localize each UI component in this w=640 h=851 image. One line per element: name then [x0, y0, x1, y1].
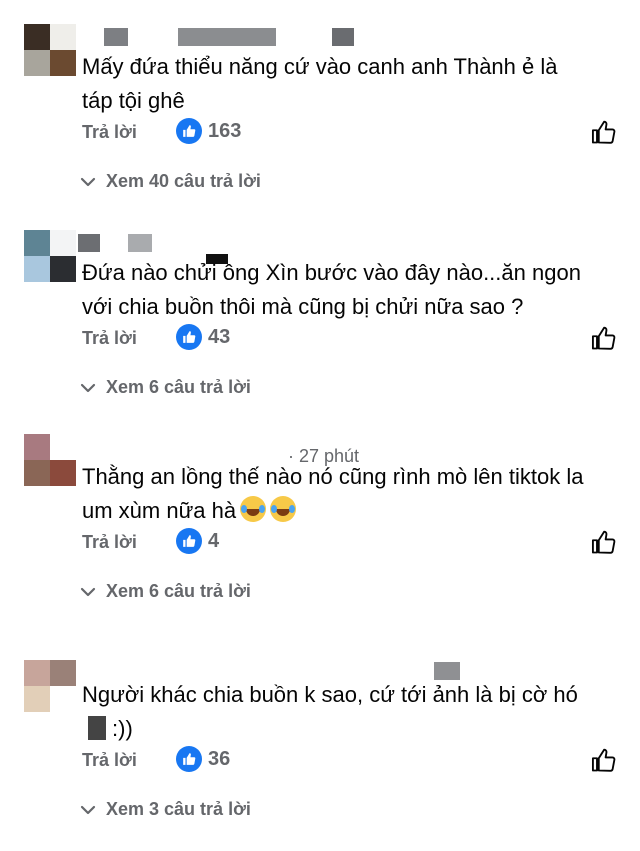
author-name-redacted [178, 28, 276, 46]
comment-item: Người khác chia buồn k sao, cứ tới ảnh l… [0, 642, 640, 851]
view-replies-link[interactable]: Xem 40 câu trả lời [80, 171, 261, 192]
author-name-redacted[interactable] [78, 234, 100, 252]
like-count: 43 [208, 325, 231, 348]
reaction-summary[interactable]: 36 [176, 746, 230, 772]
reply-button[interactable]: Trả lời [82, 328, 137, 349]
like-button-icon[interactable] [590, 118, 618, 146]
comment-text: Đứa nào chửi ông Xìn bước vào đây nào...… [82, 260, 581, 319]
like-button-icon[interactable] [590, 324, 618, 352]
avatar[interactable] [24, 660, 78, 714]
chevron-down-icon [80, 805, 96, 814]
author-name-redacted[interactable] [104, 28, 128, 46]
chevron-down-icon [80, 383, 96, 392]
like-button-icon[interactable] [590, 528, 618, 556]
like-button-icon[interactable] [590, 746, 618, 774]
like-count: 36 [208, 747, 231, 770]
avatar[interactable] [24, 24, 78, 78]
avatar[interactable] [24, 434, 78, 488]
laughing-tears-emoji-icon [240, 496, 267, 522]
reaction-summary[interactable]: 4 [176, 528, 219, 554]
view-replies-link[interactable]: Xem 6 câu trả lời [80, 377, 251, 398]
view-replies-label: Xem 40 câu trả lời [106, 171, 261, 191]
comment-text: Mấy đứa thiểu năng cứ vào canh anh Thành… [82, 54, 558, 113]
author-name-redacted [332, 28, 354, 46]
reply-button[interactable]: Trả lời [82, 122, 137, 143]
like-count: 4 [208, 529, 220, 552]
reaction-summary[interactable]: 163 [176, 118, 241, 144]
view-replies-link[interactable]: Xem 3 câu trả lời [80, 799, 251, 820]
reaction-summary[interactable]: 43 [176, 324, 230, 350]
author-name-redacted [128, 234, 152, 252]
view-replies-label: Xem 6 câu trả lời [106, 581, 251, 601]
comment-text: Người khác chia buồn k sao, cứ tới ảnh l… [82, 682, 578, 741]
chevron-down-icon [80, 587, 96, 596]
reply-button[interactable]: Trả lời [82, 532, 137, 553]
laughing-tears-emoji-icon [270, 496, 297, 522]
view-replies-label: Xem 3 câu trả lời [106, 799, 251, 819]
redacted-mark [88, 716, 106, 740]
thumbs-up-icon [176, 324, 202, 350]
view-replies-link[interactable]: Xem 6 câu trả lời [80, 581, 251, 602]
comment-item: Mấy đứa thiểu năng cứ vào canh anh Thành… [0, 24, 640, 233]
view-replies-label: Xem 6 câu trả lời [106, 377, 251, 397]
reply-button[interactable]: Trả lời [82, 750, 137, 771]
comment-item: Đứa nào chửi ông Xìn bước vào đây nào...… [0, 230, 640, 439]
chevron-down-icon [80, 177, 96, 186]
thumbs-up-icon [176, 746, 202, 772]
comment-text: Thằng an lồng thế nào nó cũng rình mò lê… [82, 464, 584, 523]
like-count: 163 [208, 119, 242, 142]
avatar[interactable] [24, 230, 78, 284]
thumbs-up-icon [176, 528, 202, 554]
comment-item: · 27 phút Thằng an lồng thế nào nó cũng … [0, 434, 640, 643]
thumbs-up-icon [176, 118, 202, 144]
